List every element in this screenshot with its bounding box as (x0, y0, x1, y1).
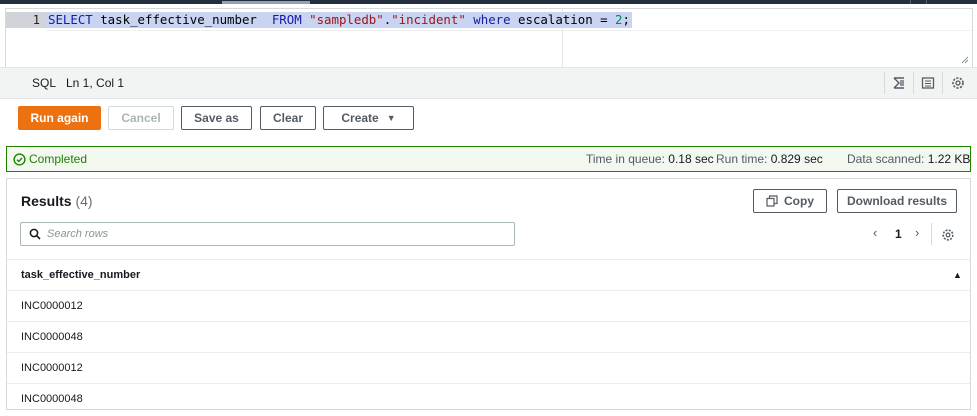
run-again-button[interactable]: Run again (18, 106, 101, 130)
status-divider (884, 72, 885, 94)
query-token: "incident" (391, 12, 466, 27)
table-row: INC0000012 (7, 290, 970, 322)
table-cell: INC0000012 (21, 300, 83, 312)
top-bar-divider (926, 0, 927, 4)
query-token: FROM (271, 12, 302, 27)
query-token: ; (622, 12, 630, 27)
language-label: SQL (32, 76, 57, 90)
copy-icon (766, 195, 778, 207)
download-results-button[interactable]: Download results (837, 189, 957, 213)
active-tab-indicator (222, 1, 310, 4)
run-time-value: 0.829 sec (770, 152, 823, 166)
data-scanned-value: 1.22 KB (927, 152, 971, 166)
create-dropdown-button[interactable]: Create ▼ (323, 106, 414, 130)
status-divider (942, 72, 943, 94)
editor-status-bar: SQL Ln 1, Col 1 (0, 67, 977, 99)
status-divider (913, 72, 914, 94)
table-cell: INC0000048 (21, 331, 83, 343)
next-page-icon[interactable]: › (915, 225, 919, 240)
preferences-gear-icon[interactable] (941, 228, 955, 242)
copy-button[interactable]: Copy (753, 189, 827, 213)
queue-time: Time in queue: 0.18 sec (586, 152, 714, 166)
query-line[interactable]: SELECT task_effective_number FROM "sampl… (46, 12, 632, 28)
table-header: task_effective_number ▲ (7, 259, 970, 291)
completed-status: Completed (13, 152, 87, 166)
run-time: Run time: 0.829 sec (716, 152, 823, 166)
top-bar (0, 0, 977, 4)
format-icon[interactable] (891, 75, 907, 91)
table-row: INC0000048 (7, 321, 970, 353)
results-count: (4) (75, 193, 93, 209)
data-scanned-label: Data scanned: (847, 152, 925, 166)
table-row: INC0000012 (7, 352, 970, 384)
results-title: Results (21, 193, 72, 209)
save-as-button[interactable]: Save as (181, 106, 252, 130)
editor-line-guide (46, 30, 972, 31)
clear-button[interactable]: Clear (260, 106, 316, 130)
create-label: Create (341, 111, 379, 125)
query-token: "sampledb" (309, 12, 384, 27)
current-page[interactable]: 1 (895, 227, 902, 241)
line-number: 1 (32, 13, 40, 27)
results-heading: Results (4) (21, 193, 93, 209)
query-token: escalation = (510, 12, 616, 27)
caret-down-icon: ▼ (386, 113, 396, 123)
top-bar-divider (910, 0, 911, 4)
cursor-position: Ln 1, Col 1 (66, 76, 125, 90)
table-row: INC0000048 (7, 383, 970, 414)
status-alert: Completed Time in queue: 0.18 sec Run ti… (6, 146, 971, 172)
settings-icon[interactable] (950, 75, 966, 91)
table-cell: INC0000012 (21, 362, 83, 374)
query-token: where (473, 12, 511, 27)
search-icon (29, 228, 41, 240)
cancel-button[interactable]: Cancel (108, 106, 174, 130)
data-scanned: Data scanned: 1.22 KB (847, 152, 970, 166)
queue-time-label: Time in queue: (586, 152, 665, 166)
queue-time-value: 0.18 sec (668, 152, 714, 166)
panel-icon[interactable] (920, 75, 936, 91)
resize-handle-icon[interactable] (961, 56, 969, 64)
completed-label: Completed (29, 152, 88, 166)
previous-page-icon[interactable]: ‹ (873, 225, 877, 240)
query-token: SELECT (48, 12, 93, 27)
column-header-task-effective-number[interactable]: task_effective_number (21, 269, 140, 281)
query-token (302, 12, 309, 27)
query-token: 2 (615, 12, 623, 27)
search-rows[interactable] (20, 222, 515, 246)
results-panel: Results (4) Copy Download results ‹ 1 › … (6, 178, 971, 410)
run-time-label: Run time: (716, 152, 768, 166)
query-editor[interactable]: 1 SELECT task_effective_number FROM "sam… (5, 8, 973, 68)
search-input[interactable] (47, 226, 507, 242)
line-gutter: 1 (6, 9, 46, 67)
query-token: task_effective_number (92, 12, 272, 27)
pager-divider (931, 223, 932, 245)
sort-ascending-icon[interactable]: ▲ (953, 270, 962, 280)
check-circle-icon (13, 152, 26, 166)
copy-label: Copy (784, 194, 814, 208)
table-cell: INC0000048 (21, 393, 83, 405)
